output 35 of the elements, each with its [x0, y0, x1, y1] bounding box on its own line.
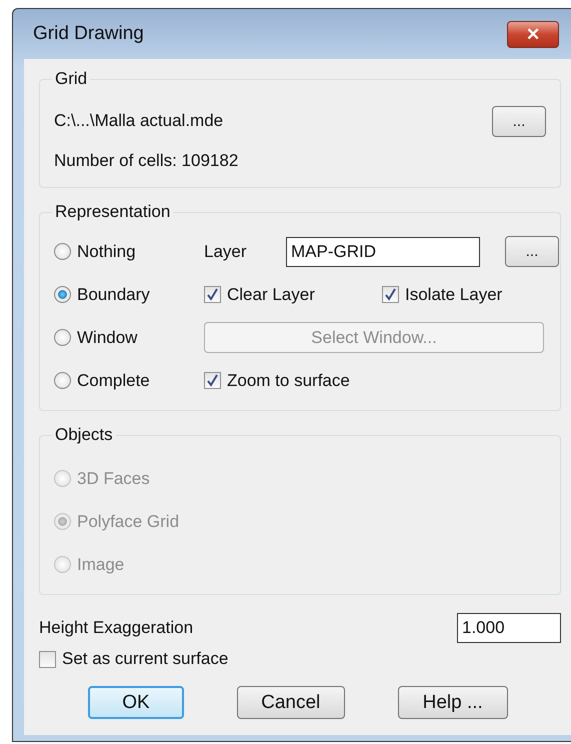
group-label: Representation [54, 202, 172, 222]
checkbox-label: Zoom to surface [227, 370, 350, 390]
browse-button[interactable]: ... [505, 236, 559, 267]
radio-button[interactable] [54, 372, 71, 389]
checkbox[interactable] [204, 372, 221, 389]
dialog-button[interactable]: Cancel [236, 686, 344, 719]
radio-label: Nothing [77, 242, 136, 262]
checkbox-label: Set as current surface [62, 649, 228, 669]
group-label: Grid [54, 69, 88, 89]
radio-button[interactable] [54, 243, 71, 260]
layer-label: Layer [204, 242, 248, 262]
cell-count: Number of cells: 109182 [54, 151, 238, 171]
radio-button[interactable] [54, 286, 71, 303]
file-path: C:\...\Malla actual.mde [54, 111, 224, 131]
height-field[interactable]: 1.000 [457, 613, 561, 643]
checkbox-label: Clear Layer [227, 284, 315, 304]
radio-label: 3D Faces [77, 468, 150, 488]
checkbox-label: Isolate Layer [405, 284, 502, 304]
checkbox[interactable] [204, 286, 221, 303]
radio-label: Boundary [77, 284, 150, 304]
close-button[interactable]: ✕ [507, 20, 559, 48]
group-label: Objects [54, 425, 114, 445]
checkbox[interactable] [382, 286, 399, 303]
radio-label: Window [77, 328, 138, 348]
dialog-button[interactable]: OK [88, 686, 184, 719]
radio-label: Image [77, 554, 124, 574]
dialog-button[interactable]: Help ... [398, 686, 508, 719]
radio-button[interactable] [54, 329, 71, 346]
window-title: Grid Drawing [33, 23, 144, 45]
checkbox[interactable] [39, 650, 56, 668]
layer-field[interactable]: MAP-GRID [286, 236, 480, 266]
radio-label: Complete [77, 370, 150, 390]
radio-label: Polyface Grid [77, 512, 180, 532]
browse-button[interactable]: ... [492, 106, 546, 136]
height-label: Height Exaggeration [39, 618, 194, 638]
